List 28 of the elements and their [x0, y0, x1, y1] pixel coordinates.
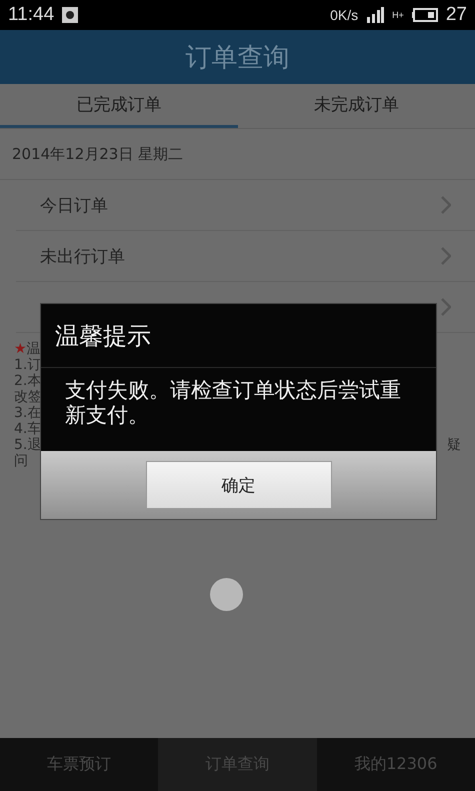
- page-title: 订单查询: [186, 42, 290, 74]
- battery-icon: [412, 8, 438, 22]
- notice-text: 1.订: [14, 357, 42, 373]
- network-speed: 0K/s: [330, 7, 358, 23]
- tab[interactable]: 未完成订单: [238, 84, 475, 128]
- menu-item[interactable]: 今日订单: [16, 180, 475, 231]
- loading-indicator: [210, 578, 243, 611]
- chevron-icon: [441, 298, 451, 316]
- notice-text: 3.在: [14, 405, 42, 421]
- battery-level: 27: [446, 4, 467, 26]
- tab[interactable]: 已完成订单: [0, 84, 238, 128]
- status-time: 11:44: [8, 4, 54, 26]
- chevron-icon: [441, 247, 451, 265]
- signal-icon: [366, 7, 384, 23]
- chevron-icon: [441, 196, 451, 214]
- notice-text: 5.退: [14, 437, 42, 453]
- notice-text: 疑: [447, 437, 461, 453]
- menu-item[interactable]: 未出行订单: [16, 231, 475, 282]
- notice-text: 问: [14, 453, 28, 469]
- notice-text: ★温: [14, 341, 41, 357]
- confirm-button[interactable]: 确定: [146, 461, 332, 509]
- notice-text: 2.本: [14, 373, 42, 389]
- notification-icon: [62, 7, 78, 23]
- dialog-title: 温馨提示: [41, 304, 436, 368]
- notice-text: 4.车: [14, 421, 42, 437]
- dialog-message: 支付失败。请检查订单状态后尝试重新支付。: [64, 377, 402, 429]
- date-text: 2014年12月23日 星期二: [12, 144, 184, 164]
- network-type: H+: [392, 10, 404, 20]
